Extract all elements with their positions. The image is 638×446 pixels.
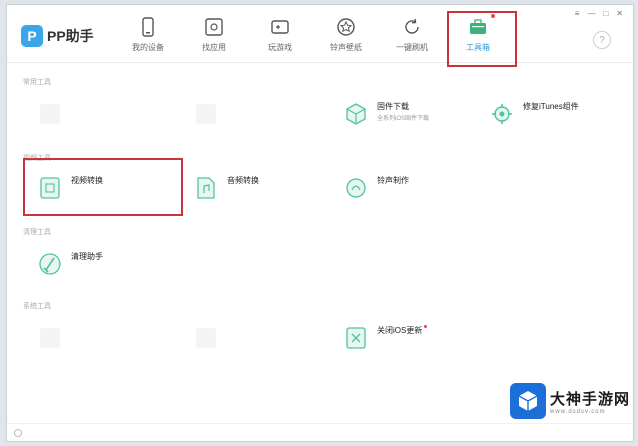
app-store-icon <box>205 18 223 36</box>
nav-ringtones[interactable]: 铃声壁纸 <box>313 13 379 59</box>
watermark-url: www.dsdsv.com <box>550 408 606 415</box>
nav-label: 铃声壁纸 <box>330 43 362 52</box>
phone-icon <box>142 17 154 37</box>
tool-item-9[interactable] <box>37 325 167 351</box>
close-button[interactable]: ✕ <box>616 9 623 18</box>
game-icon <box>271 20 289 34</box>
tool-item-2[interactable] <box>193 101 323 127</box>
tool-icon <box>40 328 60 348</box>
watermark-name: 大神手游网 <box>550 390 631 408</box>
tool-icon <box>196 328 216 348</box>
highlight-box-video-convert <box>23 158 183 216</box>
tool-icon <box>196 104 216 124</box>
minimize-button[interactable]: — <box>587 9 595 18</box>
tool-desc: 全系列iOS固件下载 <box>377 116 430 122</box>
section-title: 常用工具 <box>23 79 51 86</box>
box-download-icon <box>346 103 366 125</box>
tool-disable-ios-update[interactable]: 关闭iOS更新 <box>343 325 473 351</box>
nav-label: 玩游戏 <box>268 43 292 52</box>
tool-firmware-download[interactable]: 固件下载全系列iOS固件下载 <box>343 101 473 127</box>
tool-item-1[interactable] <box>37 101 167 127</box>
cube-logo-icon <box>510 383 546 419</box>
ringtone-maker-icon <box>346 178 366 198</box>
section-title: 清理工具 <box>23 229 51 236</box>
repair-gear-icon <box>492 104 512 124</box>
status-bar <box>7 423 633 441</box>
nav-flash[interactable]: 一键刷机 <box>379 13 445 59</box>
audio-file-icon <box>197 177 215 199</box>
tool-name: 清理助手 <box>71 252 103 261</box>
tool-ringtone-maker[interactable]: 铃声制作 <box>343 175 473 201</box>
tool-clean-assistant[interactable]: 清理助手 <box>37 251 167 277</box>
tool-name: 音频转换 <box>227 176 259 185</box>
title-bar: P PP助手 我的设备 找应用 玩游戏 铃声壁纸 一键刷机 工具箱 ≡ — □ … <box>7 5 633 63</box>
settings-icon[interactable] <box>13 428 23 438</box>
help-icon[interactable]: ? <box>593 31 611 49</box>
nav-label: 找应用 <box>202 43 226 52</box>
tool-name: 关闭iOS更新 <box>377 325 473 336</box>
tool-name: 铃声制作 <box>377 176 409 185</box>
site-watermark: 大神手游网 www.dsdsv.com <box>510 378 634 424</box>
tool-name: 固件下载 <box>377 102 409 111</box>
app-logo: P PP助手 <box>21 25 94 47</box>
tool-name: 修复iTunes组件 <box>523 102 579 111</box>
update-block-icon <box>346 327 366 349</box>
nav-my-device[interactable]: 我的设备 <box>115 13 181 59</box>
tool-icon <box>40 104 60 124</box>
nav-play-games[interactable]: 玩游戏 <box>247 13 313 59</box>
highlight-box-toolbox <box>447 11 517 67</box>
section-title: 系统工具 <box>23 303 51 310</box>
nav-label: 我的设备 <box>132 43 164 52</box>
tool-audio-convert[interactable]: 音频转换 <box>193 175 323 201</box>
maximize-button[interactable]: □ <box>603 9 608 18</box>
ringtone-icon <box>337 18 355 36</box>
nav-label: 一键刷机 <box>396 43 428 52</box>
tool-repair-itunes[interactable]: 修复iTunes组件 <box>489 101 619 127</box>
pp-logo-icon: P <box>21 25 43 47</box>
menu-button[interactable]: ≡ <box>575 9 580 18</box>
app-window: P PP助手 我的设备 找应用 玩游戏 铃声壁纸 一键刷机 工具箱 ≡ — □ … <box>6 4 634 442</box>
nav-find-apps[interactable]: 找应用 <box>181 13 247 59</box>
window-controls: ≡ — □ ✕ <box>575 9 623 18</box>
new-badge-dot <box>424 325 428 328</box>
app-title: PP助手 <box>47 28 94 44</box>
tool-item-10[interactable] <box>193 325 323 351</box>
flash-icon <box>405 18 419 34</box>
broom-icon <box>39 253 61 275</box>
